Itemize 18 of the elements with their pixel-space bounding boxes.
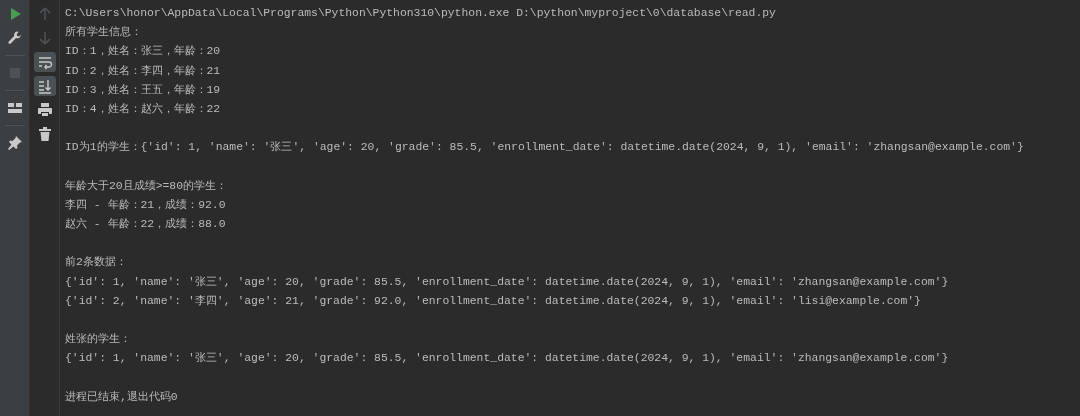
console-line: {'id': 1, 'name': '张三', 'age': 20, 'grade': 85.5, 'enrollment_date': datetime.date(2024, 9, 1), 'email': 'zhangsan@example.com'}: [65, 274, 950, 290]
console-line: ID为1的学生：{'id': 1, 'name': '张三', 'age': 20, 'grade': 85.5, 'enrollment_date': datetime.date(2024, 9, 1), 'email': 'zhangsan@example.com'}: [65, 140, 1025, 156]
console-line: {'id': 2, 'name': '李四', 'age': 21, 'grade': 92.0, 'enrollment_date': datetime.date(2024, 9, 1), 'email': 'lisi@example.com'}: [65, 293, 922, 309]
console-line: {'id': 1, 'name': '张三', 'age': 20, 'grade': 85.5, 'enrollment_date': datetime.date(2024, 9, 1), 'email': 'zhangsan@example.com'}: [65, 351, 950, 367]
scroll-to-end-icon[interactable]: [33, 76, 56, 96]
console-line: 前2条数据：: [65, 255, 128, 271]
console-line: ID：3，姓名：王五，年龄：19: [65, 82, 222, 98]
console-line: 年龄大于20且成绩>=80的学生：: [65, 178, 228, 194]
console-line: 李四 - 年龄：21，成绩：92.0: [65, 197, 227, 213]
soft-wrap-icon[interactable]: [33, 52, 56, 72]
console-line: ID：2，姓名：李四，年龄：21: [65, 63, 222, 79]
console-line: C:\Users\honor\AppData\Local\Programs\Python\Python310\python.exe D:\python\myproject\0\database\read.py: [65, 6, 777, 21]
console-line: 赵六 - 年龄：22，成绩：88.0: [65, 217, 227, 233]
console-line: 进程已结束,退出代码0: [65, 389, 179, 405]
console-line: ID：4，姓名：赵六，年龄：22: [65, 101, 222, 117]
console-line: ID：1，姓名：张三，年龄：20: [65, 44, 222, 60]
console-line: 所有学生信息：: [65, 25, 143, 41]
console-line: 姓张的学生：: [65, 332, 132, 348]
